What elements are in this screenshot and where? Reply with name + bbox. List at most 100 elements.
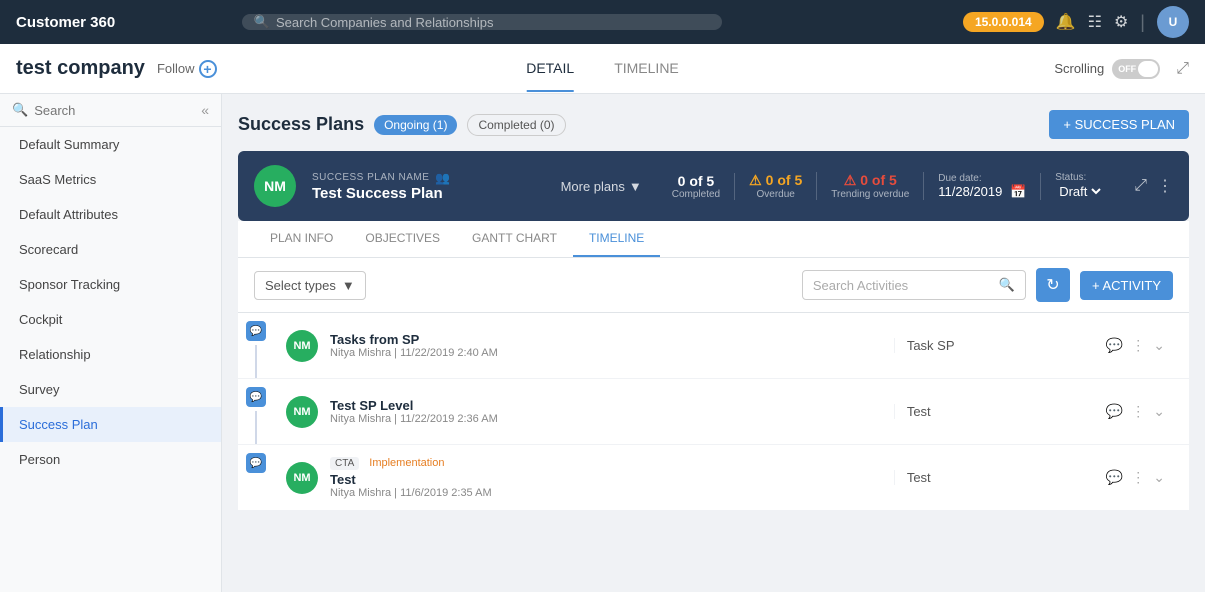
- timeline-dot: 💬: [246, 387, 266, 407]
- sidebar-search-input[interactable]: [34, 103, 195, 118]
- stat-completed-label: Completed: [672, 189, 720, 200]
- status-label: Status:: [1055, 172, 1104, 183]
- type-select-label: Select types: [265, 278, 336, 293]
- more-action-icon[interactable]: ⋮: [1131, 337, 1145, 354]
- sidebar-item-saas-metrics[interactable]: SaaS Metrics: [0, 162, 221, 197]
- success-plans-header: Success Plans Ongoing (1) Completed (0) …: [238, 110, 1189, 139]
- version-badge: 15.0.0.014: [963, 12, 1044, 32]
- item-avatar: NM: [286, 396, 318, 428]
- item-details: Test SP Level Nitya Mishra | 11/22/2019 …: [330, 398, 882, 425]
- follow-plus-icon: +: [199, 60, 217, 78]
- cta-badge: CTA: [330, 457, 359, 470]
- top-nav: Customer 360 🔍 15.0.0.014 🔔 ☷ ⚙ | U: [0, 0, 1205, 44]
- timeline-line: [255, 345, 257, 378]
- comment-action-icon[interactable]: 💬: [1106, 469, 1123, 486]
- share-icon[interactable]: ⤢: [1176, 60, 1189, 78]
- add-success-plan-button[interactable]: + SUCCESS PLAN: [1049, 110, 1189, 139]
- comment-action-icon[interactable]: 💬: [1106, 403, 1123, 420]
- app-title: Customer 360: [16, 14, 115, 31]
- item-avatar: NM: [286, 330, 318, 362]
- plan-tab-timeline[interactable]: TIMELINE: [573, 221, 660, 257]
- tab-timeline[interactable]: TIMELINE: [614, 46, 679, 92]
- sidebar-item-scorecard[interactable]: Scorecard: [0, 232, 221, 267]
- global-search-input[interactable]: [276, 15, 710, 30]
- timeline-indicator: 💬: [238, 313, 274, 378]
- plan-actions: ⤢ ⋮: [1134, 176, 1173, 196]
- search-activities: 🔍: [802, 270, 1026, 300]
- stat-overdue-label: Overdue: [749, 189, 802, 200]
- timeline-item: 💬 NM CTA Implementation Test Nitya Mishr…: [238, 445, 1189, 511]
- item-description: Task SP: [894, 338, 1094, 353]
- comment-icon: 💬: [250, 392, 262, 403]
- search-icon: 🔍: [254, 14, 270, 30]
- timeline-toolbar: Select types ▼ 🔍 ↻ + ACTIVITY: [238, 258, 1189, 313]
- expand-icon[interactable]: ⌄: [1153, 469, 1165, 486]
- top-nav-right: 15.0.0.014 🔔 ☷ ⚙ | U: [963, 6, 1189, 38]
- plan-avatar: NM: [254, 165, 296, 207]
- add-activity-button[interactable]: + ACTIVITY: [1080, 271, 1173, 300]
- comment-action-icon[interactable]: 💬: [1106, 337, 1123, 354]
- sidebar-item-default-summary[interactable]: Default Summary: [0, 127, 221, 162]
- scrolling-toggle-area: Scrolling OFF ⤢: [1054, 59, 1189, 79]
- expand-icon[interactable]: ⌄: [1153, 403, 1165, 420]
- sidebar-item-success-plan[interactable]: Success Plan: [0, 407, 221, 442]
- more-action-icon[interactable]: ⋮: [1131, 403, 1145, 420]
- item-meta: Nitya Mishra | 11/22/2019 2:36 AM: [330, 413, 882, 425]
- timeline-indicator: 💬: [238, 445, 274, 510]
- comment-icon: 💬: [250, 326, 262, 337]
- plan-name: Test Success Plan: [312, 185, 545, 202]
- timeline-line: [255, 411, 257, 444]
- sidebar-item-cockpit[interactable]: Cockpit: [0, 302, 221, 337]
- plan-tab-gantt[interactable]: GANTT CHART: [456, 221, 573, 257]
- stat-completed: 0 of 5 Completed: [658, 173, 735, 200]
- avatar[interactable]: U: [1157, 6, 1189, 38]
- bell-icon[interactable]: 🔔: [1056, 12, 1076, 32]
- timeline-item-content: NM Tasks from SP Nitya Mishra | 11/22/20…: [274, 313, 1189, 378]
- item-actions: 💬 ⋮ ⌄: [1106, 469, 1177, 486]
- status-block: Status: Draft: [1041, 172, 1118, 200]
- toggle-knob: [1138, 61, 1158, 77]
- timeline-item: 💬 NM Test SP Level Nitya Mishra | 11/22/…: [238, 379, 1189, 445]
- follow-button[interactable]: Follow +: [157, 60, 217, 78]
- timeline-item-content: NM Test SP Level Nitya Mishra | 11/22/20…: [274, 379, 1189, 444]
- item-title: Test SP Level: [330, 398, 882, 413]
- plan-info: SUCCESS PLAN NAME 👥 Test Success Plan: [312, 171, 545, 202]
- sidebar-item-survey[interactable]: Survey: [0, 372, 221, 407]
- more-action-icon[interactable]: ⋮: [1131, 469, 1145, 486]
- plan-tab-info[interactable]: PLAN INFO: [254, 221, 349, 257]
- item-title: Test: [330, 472, 882, 487]
- item-meta: Nitya Mishra | 11/6/2019 2:35 AM: [330, 487, 882, 499]
- type-select-dropdown[interactable]: Select types ▼: [254, 271, 366, 300]
- more-options-icon[interactable]: ⋮: [1157, 176, 1173, 196]
- timeline-list: 💬 NM Tasks from SP Nitya Mishra | 11/22/…: [238, 313, 1189, 511]
- sidebar-item-relationship[interactable]: Relationship: [0, 337, 221, 372]
- sidebar-item-sponsor-tracking[interactable]: Sponsor Tracking: [0, 267, 221, 302]
- scrolling-label: Scrolling: [1054, 61, 1104, 76]
- scrolling-toggle-switch[interactable]: OFF: [1112, 59, 1160, 79]
- main-tabs: DETAIL TIMELINE: [526, 46, 679, 92]
- share-plan-icon[interactable]: ⤢: [1134, 177, 1147, 195]
- timeline-dot: 💬: [246, 321, 266, 341]
- global-search[interactable]: 🔍: [242, 14, 722, 30]
- search-activities-input[interactable]: [813, 278, 993, 293]
- follow-label: Follow: [157, 61, 195, 76]
- status-select[interactable]: Draft: [1055, 183, 1104, 200]
- toggle-label: OFF: [1114, 64, 1136, 74]
- plan-tab-objectives[interactable]: OBJECTIVES: [349, 221, 456, 257]
- user-icon[interactable]: ⚙: [1114, 12, 1128, 32]
- item-avatar: NM: [286, 462, 318, 494]
- company-name: test company: [16, 57, 145, 80]
- plan-more-button[interactable]: More plans ▼: [561, 179, 642, 194]
- calendar-icon[interactable]: 📅: [1010, 184, 1026, 199]
- chart-icon[interactable]: ☷: [1088, 12, 1102, 32]
- sidebar-item-default-attributes[interactable]: Default Attributes: [0, 197, 221, 232]
- collapse-icon[interactable]: «: [201, 102, 209, 118]
- ongoing-badge[interactable]: Ongoing (1): [374, 115, 457, 135]
- refresh-button[interactable]: ↻: [1036, 268, 1070, 302]
- sidebar-item-person[interactable]: Person: [0, 442, 221, 477]
- timeline-item-content: NM CTA Implementation Test Nitya Mishra …: [274, 445, 1189, 510]
- sidebar: 🔍 « Default Summary SaaS Metrics Default…: [0, 94, 222, 592]
- completed-badge[interactable]: Completed (0): [467, 114, 565, 136]
- expand-icon[interactable]: ⌄: [1153, 337, 1165, 354]
- tab-detail[interactable]: DETAIL: [526, 46, 574, 92]
